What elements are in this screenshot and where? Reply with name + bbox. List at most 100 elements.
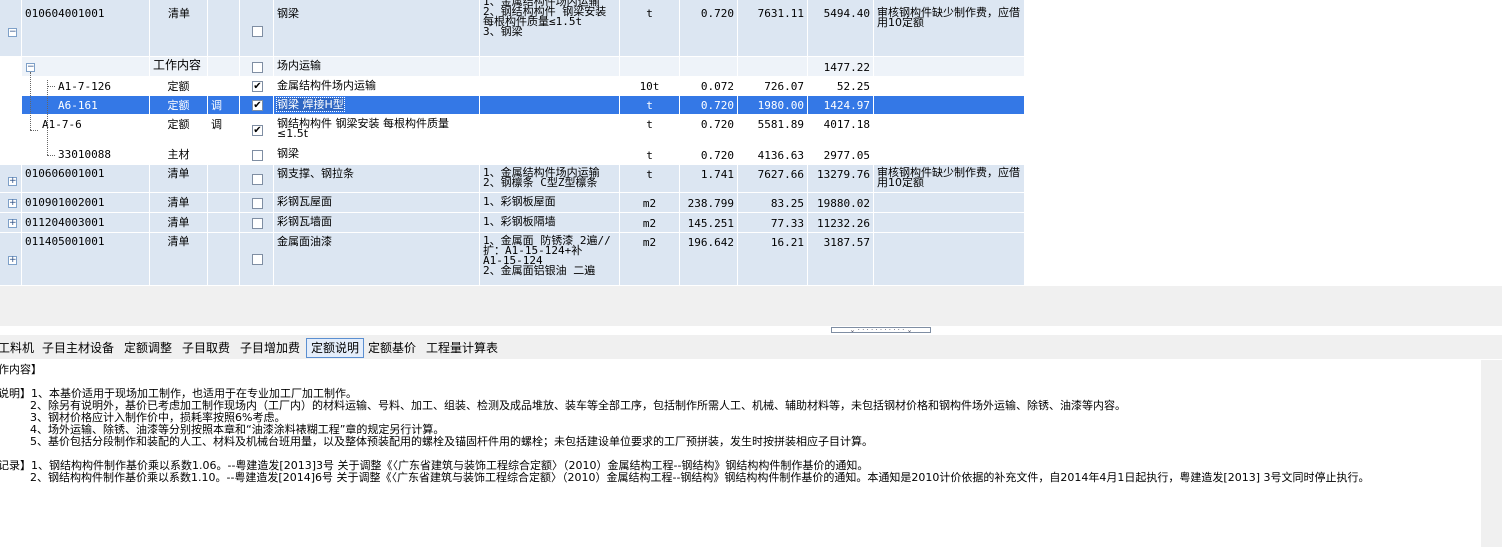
code-cell: 011405001001 bbox=[22, 233, 150, 286]
code-cell: A1-7-126 bbox=[22, 77, 150, 96]
features-cell: 1、金属结构件场内运输 2、钢檩条 C型Z型檩条 bbox=[480, 165, 620, 193]
empty-pane bbox=[1027, 0, 1502, 326]
adjust-flag: 调 bbox=[208, 96, 240, 115]
tree-connector bbox=[47, 155, 55, 156]
description-line: 4、场外运输、除锈、油漆等分别按照本章和“油漆涂料裱糊工程”章的规定另行计算。 bbox=[30, 423, 445, 436]
name-cell: 钢结构构件 钢梁安装 每根构件质量≤1.5t bbox=[274, 115, 480, 145]
minus-box-icon[interactable]: − bbox=[8, 28, 17, 37]
plus-box-icon[interactable]: + bbox=[8, 219, 17, 228]
row-checkbox[interactable] bbox=[252, 26, 263, 37]
splitter-area bbox=[0, 286, 1502, 326]
type-cell: 清单 bbox=[150, 0, 208, 57]
total-cell: 2977.05 bbox=[808, 145, 874, 165]
tree-connector bbox=[30, 72, 31, 130]
qty-cell: 0.720 bbox=[680, 145, 738, 165]
unit-cell: t bbox=[620, 115, 680, 145]
features-cell: 1、金属结构件场内运输 2、钢结构构件 钢梁安装 每根构件质量≤1.5t 3、钢… bbox=[480, 0, 620, 57]
table-row[interactable]: + 010606001001 清单 钢支撑、钢拉条 1、金属结构件场内运输 2、… bbox=[0, 165, 1025, 193]
row-checkbox[interactable] bbox=[252, 62, 263, 73]
price-cell: 7631.11 bbox=[738, 0, 808, 57]
checkmark-icon[interactable]: ✔ bbox=[252, 125, 263, 136]
price-cell: 726.07 bbox=[738, 77, 808, 96]
unit-cell: t bbox=[620, 96, 680, 115]
qty-cell: 1.741 bbox=[680, 165, 738, 193]
table-row[interactable]: A1-7-126 定额 ✔ 金属结构件场内运输 10t 0.072 726.07… bbox=[0, 77, 1025, 96]
plus-box-icon[interactable]: + bbox=[8, 199, 17, 208]
adjust-flag: 调 bbox=[208, 115, 240, 145]
qty-cell: 0.072 bbox=[680, 77, 738, 96]
checkmark-icon[interactable]: ✔ bbox=[252, 100, 263, 111]
price-cell: 83.25 bbox=[738, 193, 808, 213]
name-cell: 彩钢瓦墙面 bbox=[274, 213, 480, 233]
total-cell: 52.25 bbox=[808, 77, 874, 96]
tab-quota-base-price[interactable]: 定额基价 bbox=[364, 339, 420, 357]
table-row[interactable]: A1-7-6 定额 调 ✔ 钢结构构件 钢梁安装 每根构件质量≤1.5t t 0… bbox=[0, 115, 1025, 145]
table-row[interactable]: + 011405001001 清单 金属面油漆 1、金属面 防锈漆 2遍//扩：… bbox=[0, 233, 1025, 286]
splitter-grip-icon[interactable]: ⌄ · · · · · · · · · · · ⌄ bbox=[831, 327, 931, 334]
plus-box-icon[interactable]: + bbox=[8, 177, 17, 186]
type-cell: 清单 bbox=[150, 213, 208, 233]
table-row[interactable]: − 工作内容 场内运输 1477.22 bbox=[0, 57, 1025, 77]
type-cell: 清单 bbox=[150, 233, 208, 286]
total-cell: 3187.57 bbox=[808, 233, 874, 286]
description-line: 3、钢材价格应计入制作价中，损耗率按照6%考虑。 bbox=[30, 411, 286, 424]
table-row[interactable]: − 010604001001 清单 钢梁 1、金属结构件场内运输 2、钢结构构件… bbox=[0, 0, 1025, 57]
unit-cell: t bbox=[620, 165, 680, 193]
plus-box-icon[interactable]: + bbox=[8, 256, 17, 265]
detail-tab-bar: 工料机 子目主材设备 定额调整 子目取费 子目增加费 定额说明 定额基价 工程量… bbox=[0, 335, 1502, 359]
code-cell: 010606001001 bbox=[22, 165, 150, 193]
unit-cell: t bbox=[620, 0, 680, 57]
row-checkbox[interactable] bbox=[252, 218, 263, 229]
code-cell: A6-161 bbox=[22, 96, 150, 115]
qty-cell: 196.642 bbox=[680, 233, 738, 286]
type-cell: 主材 bbox=[150, 145, 208, 165]
tab-labor-material-machine[interactable]: 工料机 bbox=[0, 339, 38, 357]
checkmark-icon[interactable]: ✔ bbox=[252, 81, 263, 92]
unit-cell: m2 bbox=[620, 233, 680, 286]
vertical-scrollbar[interactable] bbox=[1481, 360, 1502, 547]
table-row[interactable]: 33010088 主材 钢梁 t 0.720 4136.63 2977.05 bbox=[0, 145, 1025, 165]
qty-cell: 238.799 bbox=[680, 193, 738, 213]
tree-connector bbox=[47, 86, 55, 87]
note-cell: 审核钢构件缺少制作费，应借用10定额 bbox=[874, 165, 1025, 193]
total-cell: 1477.22 bbox=[808, 57, 874, 77]
features-cell: 1、金属面 防锈漆 2遍//扩：A1-15-124+补 A1-15-124 2、… bbox=[480, 233, 620, 286]
price-cell: 16.21 bbox=[738, 233, 808, 286]
price-cell: 1980.00 bbox=[738, 96, 808, 115]
total-cell: 5494.40 bbox=[808, 0, 874, 57]
name-cell[interactable]: 钢梁 焊接H型 bbox=[276, 97, 345, 112]
row-checkbox[interactable] bbox=[252, 150, 263, 161]
description-line: 2、除另有说明外，基价已考虑加工制作现场内（工厂内）的材料运输、号料、加工、组装… bbox=[30, 399, 1126, 412]
total-cell: 11232.26 bbox=[808, 213, 874, 233]
table-row[interactable]: + 011204003001 清单 彩钢瓦墙面 1、彩钢板隔墙 m2 145.2… bbox=[0, 213, 1025, 233]
tab-quota-description[interactable]: 定额说明 bbox=[306, 338, 365, 358]
table-row-selected[interactable]: A6-161 定额 调 ✔ 钢梁 焊接H型 t 0.720 1980.00 14… bbox=[0, 96, 1025, 115]
row-checkbox[interactable] bbox=[252, 254, 263, 265]
type-cell: 定额 bbox=[150, 115, 208, 145]
name-cell: 钢梁 bbox=[274, 0, 480, 57]
tab-additional-fee[interactable]: 子目增加费 bbox=[236, 339, 304, 357]
tree-connector bbox=[30, 130, 38, 131]
quota-description-panel: 作内容】 说明】1、本基价适用于现场加工制作，也适用于在专业加工厂加工制作。 2… bbox=[0, 360, 1481, 547]
total-cell: 13279.76 bbox=[808, 165, 874, 193]
unit-cell: 10t bbox=[620, 77, 680, 96]
price-cell: 5581.89 bbox=[738, 115, 808, 145]
table-row[interactable]: + 010901002001 清单 彩钢瓦屋面 1、彩钢板屋面 m2 238.7… bbox=[0, 193, 1025, 213]
description-line: 5、基价包括分段制作和装配的人工、材料及机械台班用量，以及整体预装配用的螺栓及锚… bbox=[30, 435, 873, 448]
minus-box-icon[interactable]: − bbox=[26, 63, 35, 72]
type-cell: 清单 bbox=[150, 165, 208, 193]
name-cell: 钢梁 bbox=[274, 145, 480, 165]
row-checkbox[interactable] bbox=[252, 198, 263, 209]
tab-quantity-calculation[interactable]: 工程量计算表 bbox=[422, 339, 502, 357]
row-checkbox[interactable] bbox=[252, 174, 263, 185]
price-cell: 7627.66 bbox=[738, 165, 808, 193]
code-cell: 33010088 bbox=[22, 145, 150, 165]
qty-cell: 0.720 bbox=[680, 96, 738, 115]
unit-cell: m2 bbox=[620, 193, 680, 213]
tab-quota-adjustment[interactable]: 定额调整 bbox=[120, 339, 176, 357]
tab-main-material-equipment[interactable]: 子目主材设备 bbox=[38, 339, 118, 357]
note-cell: 审核钢构件缺少制作费，应借用10定额 bbox=[874, 0, 1025, 57]
name-cell: 金属面油漆 bbox=[274, 233, 480, 286]
tab-fee[interactable]: 子目取费 bbox=[178, 339, 234, 357]
name-cell: 彩钢瓦屋面 bbox=[274, 193, 480, 213]
